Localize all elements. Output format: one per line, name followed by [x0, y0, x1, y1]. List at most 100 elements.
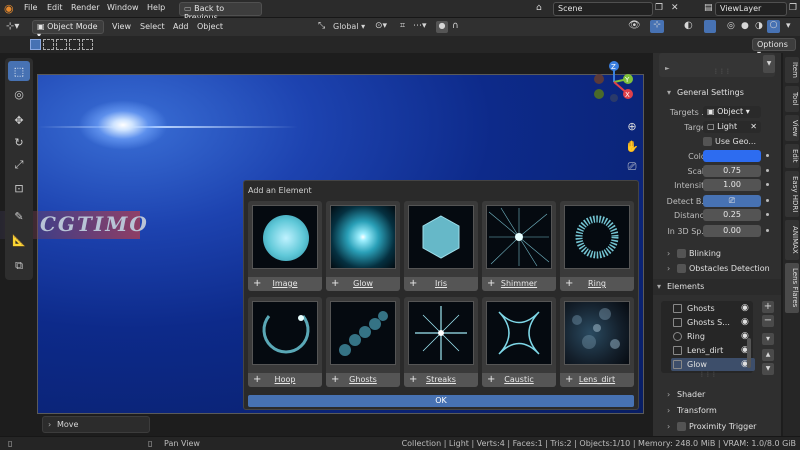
detect-toggle[interactable]: ⎚	[703, 195, 761, 207]
pivot-icon[interactable]: ⊙▾	[375, 21, 387, 31]
navigation-gizmo[interactable]: Z Y X	[590, 60, 640, 110]
camera-icon[interactable]: ⎚	[623, 158, 641, 176]
element-card-ghosts[interactable]: + Ghosts	[326, 297, 400, 387]
transform-header[interactable]: › Transform	[653, 403, 781, 419]
select-extend-icon[interactable]	[43, 39, 54, 50]
tab-view[interactable]: View	[785, 115, 799, 141]
shading-options-icon[interactable]: ▾	[786, 21, 791, 31]
tab-animax[interactable]: ANIMAX	[785, 220, 799, 260]
color-swatch[interactable]	[703, 150, 761, 162]
transform-orientation-dropdown[interactable]: Global ▾	[333, 22, 365, 31]
tab-tool[interactable]: Tool	[785, 86, 799, 112]
select-invert-icon[interactable]	[69, 39, 80, 50]
copy-viewlayer-icon[interactable]: ❐	[789, 3, 797, 13]
measure-icon[interactable]: 📐	[8, 230, 30, 250]
tab-easy-hdri[interactable]: Easy HDRI	[785, 171, 799, 217]
obstacles-header[interactable]: › Obstacles Detection	[653, 261, 781, 277]
rendered-shading-icon[interactable]: ○	[767, 20, 780, 33]
falloff-icon[interactable]: ∩	[452, 21, 459, 31]
zoom-icon[interactable]: ⊕	[623, 118, 641, 136]
in3d-field[interactable]: 0.00	[703, 225, 761, 237]
element-card-glow[interactable]: + Glow	[326, 201, 400, 291]
intensity-field[interactable]: 1.00	[703, 179, 761, 191]
editor-type-icon[interactable]: ⊹▾	[6, 21, 19, 32]
keyframe-dot[interactable]	[766, 169, 769, 172]
menu-render[interactable]: Render	[71, 3, 99, 12]
orientation-icon[interactable]: ⤡	[318, 21, 325, 31]
menu-help[interactable]: Help	[147, 3, 165, 12]
menu-window[interactable]: Window	[107, 3, 139, 12]
element-card-ring[interactable]: + Ring	[560, 201, 634, 291]
select-subtract-icon[interactable]	[56, 39, 67, 50]
menu-edit[interactable]: Edit	[47, 3, 63, 12]
list-item[interactable]: Ghosts S... ◉	[671, 316, 755, 329]
scale-icon[interactable]: ⤢	[8, 155, 30, 175]
eye-icon[interactable]: ◉	[741, 303, 749, 313]
tab-item[interactable]: Item	[785, 57, 799, 83]
back-to-previous-button[interactable]: ▭ Back to Previous	[179, 2, 262, 22]
use-geo-row[interactable]: Use Geo...	[653, 134, 781, 149]
transform-icon[interactable]: ⊡	[8, 178, 30, 198]
keyframe-dot[interactable]	[766, 229, 769, 232]
menu-file[interactable]: File	[24, 3, 37, 12]
targets-dropdown[interactable]: ▣ Object ▾	[703, 106, 761, 118]
move-up-icon[interactable]: ▲	[762, 349, 774, 361]
target-field[interactable]: ▢ Light ✕	[703, 121, 761, 133]
element-card-image[interactable]: + Image	[248, 201, 322, 291]
move-down-icon[interactable]: ▼	[762, 363, 774, 375]
tab-lens-flares[interactable]: Lens Flares	[785, 263, 799, 313]
snap-target-icon[interactable]: ⋯▾	[413, 21, 427, 31]
keyframe-dot[interactable]	[766, 183, 769, 186]
shader-header[interactable]: › Shader	[653, 387, 781, 403]
menu-view[interactable]: View	[112, 22, 131, 31]
menu-add[interactable]: Add	[173, 22, 189, 31]
cursor-icon[interactable]: ◎	[8, 84, 30, 104]
menu-object[interactable]: Object	[197, 22, 223, 31]
menu-select[interactable]: Select	[140, 22, 165, 31]
add-cube-icon[interactable]: ⧉	[8, 256, 30, 276]
add-element-button[interactable]: +	[762, 301, 774, 313]
proximity-header[interactable]: › Proximity Trigger	[653, 419, 781, 435]
rotate-icon[interactable]: ↻	[8, 132, 30, 152]
blender-logo-icon[interactable]: ◉	[4, 2, 20, 16]
annotate-icon[interactable]: ✎	[8, 206, 30, 226]
tab-edit[interactable]: Edit	[785, 144, 799, 168]
distance-field[interactable]: 0.25	[703, 209, 761, 221]
list-item-selected[interactable]: Glow ◉	[671, 358, 755, 371]
remove-element-button[interactable]: −	[762, 315, 774, 327]
select-box-icon[interactable]: ⬚	[8, 61, 30, 81]
select-new-icon[interactable]	[30, 39, 41, 50]
general-settings-header[interactable]: ▾ General Settings	[653, 85, 781, 101]
object-mode-dropdown[interactable]: ▣ Object Mode ▾	[32, 20, 104, 40]
material-shading-icon[interactable]: ◑	[755, 21, 763, 31]
snap-icon[interactable]: ⌗	[400, 21, 405, 31]
scene-selector[interactable]: Scene	[553, 2, 653, 16]
select-intersect-icon[interactable]	[82, 39, 93, 50]
use-geo-checkbox[interactable]	[703, 137, 712, 146]
element-card-caustic[interactable]: + Caustic	[482, 297, 556, 387]
move-icon[interactable]: ✥	[8, 110, 30, 130]
keyframe-dot[interactable]	[766, 199, 769, 202]
xray-icon[interactable]	[704, 20, 716, 33]
eye-icon[interactable]: ◉	[741, 317, 749, 327]
element-card-lens-dirt[interactable]: + Lens_dirt	[560, 297, 634, 387]
elements-header[interactable]: ▾ Elements	[653, 279, 781, 295]
visibility-icon[interactable]: 👁	[628, 20, 641, 31]
options-dropdown[interactable]: Options ▾	[752, 38, 796, 58]
element-card-shimmer[interactable]: + Shimmer	[482, 201, 556, 291]
solid-shading-icon[interactable]: ●	[741, 21, 749, 31]
element-card-iris[interactable]: + Iris	[404, 201, 478, 291]
blinking-checkbox[interactable]	[677, 249, 686, 258]
viewlayer-selector[interactable]: ViewLayer	[715, 2, 787, 16]
scale-field[interactable]: 0.75	[703, 165, 761, 177]
element-menu-icon[interactable]: ▾	[762, 333, 774, 345]
ok-button[interactable]: OK	[248, 395, 634, 407]
list-item[interactable]: Lens_dirt ◉	[671, 344, 755, 357]
viewlayer-icon[interactable]: ▤	[704, 3, 713, 13]
proportional-edit-icon[interactable]: ●	[436, 21, 448, 33]
obstacles-checkbox[interactable]	[677, 264, 686, 273]
element-card-streaks[interactable]: + Streaks	[404, 297, 478, 387]
list-resize-handle[interactable]: ⋮⋮⋮	[699, 371, 717, 378]
last-operator-panel[interactable]: › Move	[42, 416, 150, 433]
wireframe-shading-icon[interactable]: ◎	[727, 21, 735, 31]
